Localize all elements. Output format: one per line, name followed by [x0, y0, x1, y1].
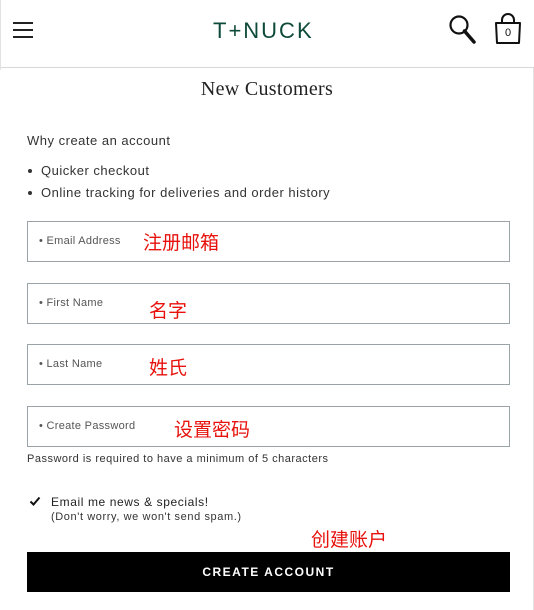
hamburger-menu-icon[interactable]: [13, 22, 33, 38]
password-field-label: • Create Password: [39, 420, 136, 432]
brand-logo[interactable]: T+NUCK: [213, 18, 314, 44]
annotation-create: 创建账户: [311, 530, 388, 551]
page-edge-left: [0, 0, 1, 70]
site-header: T+NUCK 0: [0, 0, 534, 68]
password-hint: Password is required to have a minimum o…: [27, 453, 329, 465]
newsletter-checkbox[interactable]: [29, 495, 41, 507]
newsletter-subtext: (Don't worry, we won't send spam.): [51, 511, 242, 523]
benefit-item: Quicker checkout: [27, 162, 330, 184]
last-name-field-label: • Last Name: [39, 358, 103, 370]
shopping-bag-icon[interactable]: 0: [493, 13, 523, 45]
annotation-password: 设置密码: [174, 420, 251, 441]
benefit-item: Online tracking for deliveries and order…: [27, 184, 330, 206]
annotation-email: 注册邮箱: [143, 233, 220, 254]
last-name-field[interactable]: • Last Name: [27, 344, 510, 385]
bag-count: 0: [504, 27, 512, 39]
first-name-field[interactable]: • First Name: [27, 283, 510, 324]
search-icon[interactable]: [448, 14, 478, 46]
why-heading: Why create an account: [27, 133, 171, 148]
benefits-list: Quicker checkout Online tracking for del…: [27, 162, 330, 206]
page-title: New Customers: [200, 78, 334, 100]
annotation-last-name: 姓氏: [149, 358, 188, 379]
first-name-field-label: • First Name: [39, 297, 104, 309]
email-field-label: • Email Address: [39, 235, 121, 247]
password-field[interactable]: • Create Password: [27, 406, 510, 447]
email-field[interactable]: • Email Address: [27, 221, 510, 262]
create-account-button[interactable]: CREATE ACCOUNT: [27, 552, 510, 592]
newsletter-label[interactable]: Email me news & specials!: [51, 494, 209, 510]
annotation-first-name: 名字: [149, 301, 188, 322]
